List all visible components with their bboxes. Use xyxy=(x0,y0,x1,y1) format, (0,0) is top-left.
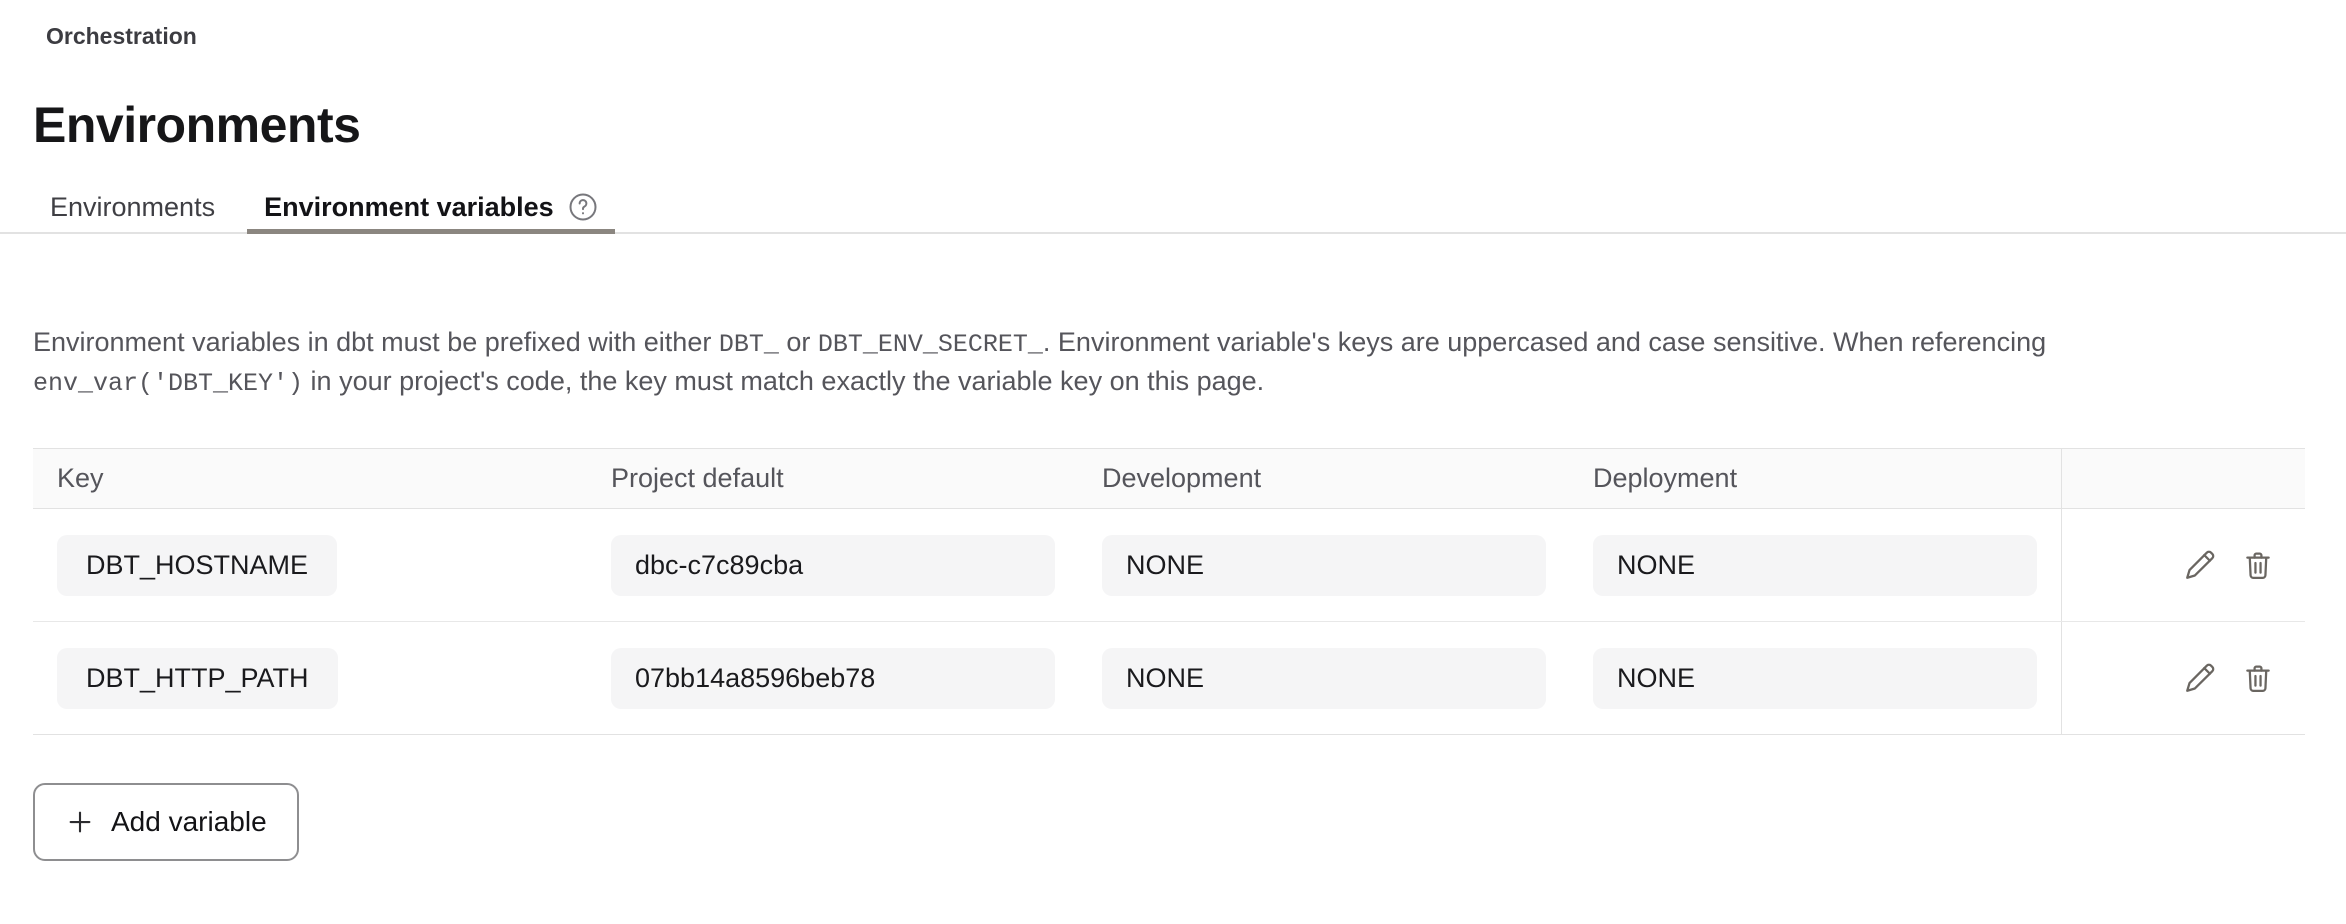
description: Environment variables in dbt must be pre… xyxy=(33,324,2305,402)
tab-environments-label: Environments xyxy=(50,192,215,223)
trash-icon xyxy=(2241,661,2275,695)
project-default-value-pill: 07bb14a8596beb78 xyxy=(611,648,1055,709)
question-circle-icon[interactable] xyxy=(568,192,598,222)
table-row: DBT_HOSTNAME dbc-c7c89cba NONE NONE xyxy=(33,509,2305,622)
add-variable-button[interactable]: Add variable xyxy=(33,783,299,861)
add-variable-label: Add variable xyxy=(111,806,267,838)
edit-variable-button[interactable] xyxy=(2181,659,2219,697)
column-header-deployment: Deployment xyxy=(1569,463,2061,494)
description-text: in your project's code, the key must mat… xyxy=(303,366,1264,396)
column-header-key: Key xyxy=(33,463,587,494)
table-body: DBT_HOSTNAME dbc-c7c89cba NONE NONE xyxy=(33,509,2305,735)
description-text: or xyxy=(779,327,818,357)
deployment-value-pill: NONE xyxy=(1593,648,2037,709)
tab-environment-variables[interactable]: Environment variables xyxy=(247,182,615,232)
table-row: DBT_HTTP_PATH 07bb14a8596beb78 NONE NONE xyxy=(33,622,2305,735)
pencil-icon xyxy=(2183,548,2217,582)
variable-key-pill: DBT_HOSTNAME xyxy=(57,535,337,596)
tab-bar: Environments Environment variables xyxy=(0,182,2346,234)
deployment-value-pill: NONE xyxy=(1593,535,2037,596)
table-header-row: Key Project default Development Deployme… xyxy=(33,449,2305,509)
code-snippet: DBT_ xyxy=(719,330,779,359)
column-header-development: Development xyxy=(1078,463,1569,494)
description-text: Environment variables in dbt must be pre… xyxy=(33,327,719,357)
delete-variable-button[interactable] xyxy=(2239,659,2277,697)
development-value-pill: NONE xyxy=(1102,648,1546,709)
code-snippet: env_var('DBT_KEY') xyxy=(33,369,303,398)
pencil-icon xyxy=(2183,661,2217,695)
environment-variables-table: Key Project default Development Deployme… xyxy=(33,448,2305,735)
delete-variable-button[interactable] xyxy=(2239,546,2277,584)
page-title: Environments xyxy=(33,100,2305,150)
tab-environments[interactable]: Environments xyxy=(33,182,232,232)
trash-icon xyxy=(2241,548,2275,582)
breadcrumb: Orchestration xyxy=(46,22,2305,50)
tab-environment-variables-label: Environment variables xyxy=(264,192,554,223)
code-snippet: DBT_ENV_SECRET_ xyxy=(818,330,1043,359)
column-header-actions xyxy=(2061,449,2305,508)
development-value-pill: NONE xyxy=(1102,535,1546,596)
environment-variables-page: Orchestration Environments Environments … xyxy=(0,0,2346,924)
column-header-project-default: Project default xyxy=(587,463,1078,494)
description-text: . Environment variable's keys are upperc… xyxy=(1043,327,2046,357)
edit-variable-button[interactable] xyxy=(2181,546,2219,584)
project-default-value-pill: dbc-c7c89cba xyxy=(611,535,1055,596)
variable-key-pill: DBT_HTTP_PATH xyxy=(57,648,338,709)
plus-icon xyxy=(65,807,95,837)
